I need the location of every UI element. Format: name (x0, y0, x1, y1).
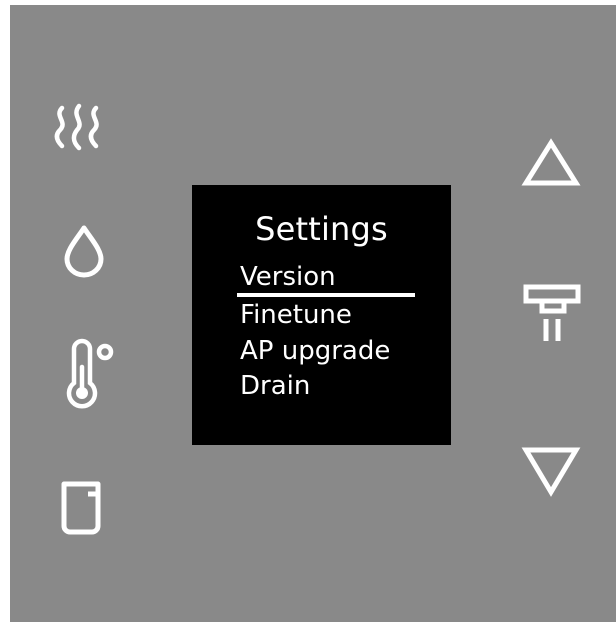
menu-item-ap-upgrade[interactable]: AP upgrade (240, 335, 390, 367)
temperature-button[interactable] (64, 338, 116, 411)
cup-button[interactable] (54, 478, 110, 538)
screen-title: Settings (255, 210, 388, 248)
arrow-up-icon (521, 138, 581, 186)
display-screen: Settings Version Finetune AP upgrade Dra… (192, 185, 451, 445)
steam-button[interactable] (52, 102, 108, 152)
cup-icon (61, 481, 101, 535)
dispense-icon (523, 284, 581, 341)
arrow-down-icon (521, 447, 581, 497)
water-button[interactable] (62, 223, 106, 279)
menu-item-finetune[interactable]: Finetune (240, 299, 352, 331)
steam-icon (54, 103, 99, 151)
selection-underline (237, 293, 415, 297)
menu-item-version[interactable]: Version (240, 261, 336, 293)
up-button[interactable] (520, 137, 582, 191)
dispense-button[interactable] (520, 281, 584, 347)
menu-item-drain[interactable]: Drain (240, 370, 310, 402)
thermometer-icon (66, 338, 114, 409)
water-drop-icon (64, 225, 104, 278)
down-button[interactable] (520, 442, 582, 498)
